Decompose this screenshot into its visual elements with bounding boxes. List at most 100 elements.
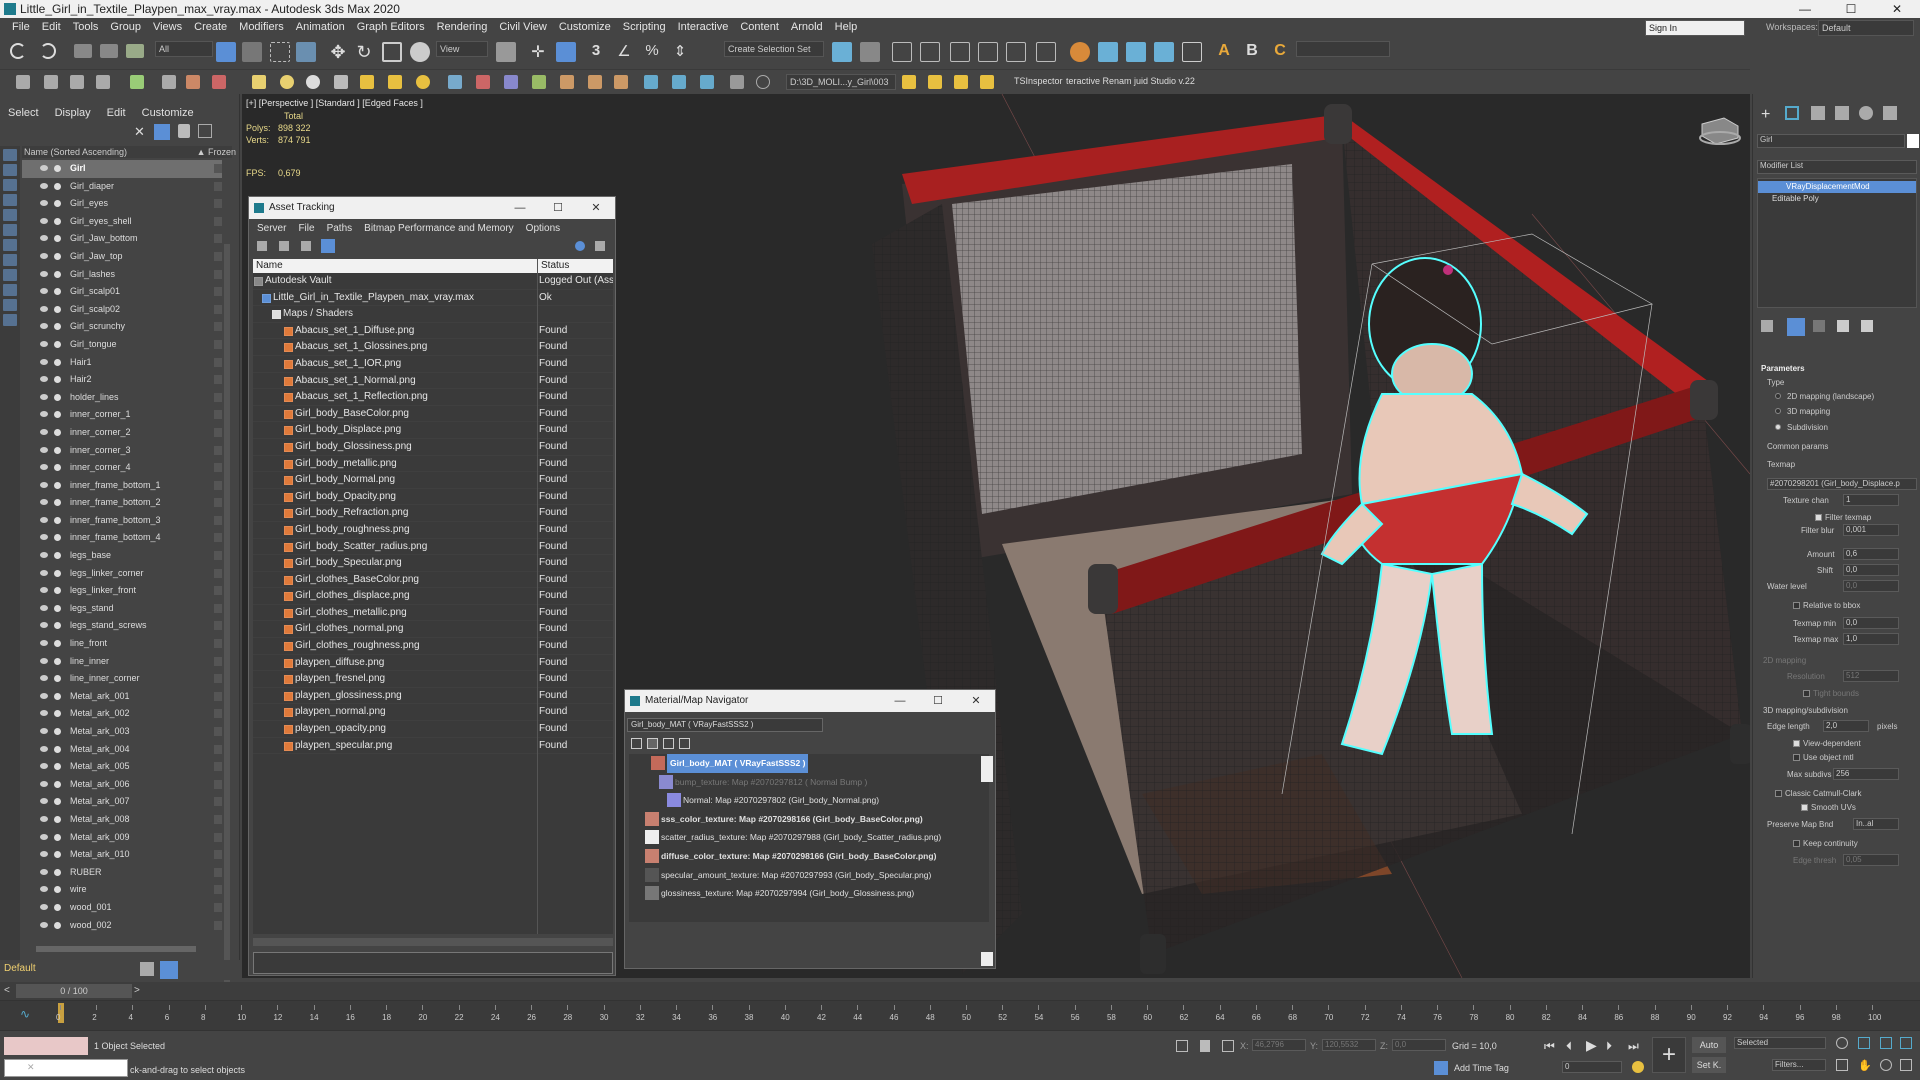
- ribbon-icon-13[interactable]: [360, 75, 374, 89]
- asset-row[interactable]: playpen_specular.png Found: [253, 738, 613, 755]
- visibility-eye-icon[interactable]: [40, 288, 48, 295]
- align-icon[interactable]: [860, 42, 880, 62]
- freeze-icon[interactable]: [214, 832, 222, 842]
- x-coordinate-field[interactable]: 46,2796: [1252, 1039, 1306, 1051]
- visibility-eye-icon[interactable]: [40, 587, 48, 594]
- freeze-icon[interactable]: [214, 656, 222, 666]
- texmap-min-spinner[interactable]: 0,0: [1843, 617, 1899, 629]
- material-tree-item[interactable]: scatter_radius_texture: Map #2070297988 …: [629, 828, 989, 847]
- display-tab-icon[interactable]: [1859, 106, 1873, 120]
- scene-object-row[interactable]: legs_linker_front: [22, 582, 222, 600]
- percent-snap-icon[interactable]: %: [642, 42, 662, 62]
- edge-thresh-spinner[interactable]: 0,05: [1843, 854, 1899, 866]
- at-menu-options[interactable]: Options: [520, 223, 566, 234]
- asset-row[interactable]: Girl_clothes_displace.png Found: [253, 588, 613, 605]
- freeze-icon[interactable]: [214, 463, 222, 473]
- freeze-icon[interactable]: [214, 762, 222, 772]
- stack-item-editable-poly[interactable]: Editable Poly: [1758, 193, 1916, 205]
- ribbon-icon-18[interactable]: [504, 75, 518, 89]
- reference-coordinate-dropdown[interactable]: View: [436, 41, 488, 57]
- visibility-eye-icon[interactable]: [40, 798, 48, 805]
- asset-row[interactable]: Girl_body_Opacity.png Found: [253, 489, 613, 506]
- scene-object-row[interactable]: Metal_ark_007: [22, 793, 222, 811]
- asset-row[interactable]: playpen_glossiness.png Found: [253, 688, 613, 705]
- scene-object-row[interactable]: Metal_ark_010: [22, 846, 222, 864]
- freeze-icon[interactable]: [214, 304, 222, 314]
- keep-continuity-checkbox[interactable]: [1793, 840, 1800, 847]
- show-end-result-icon[interactable]: [1787, 318, 1805, 336]
- at-menu-server[interactable]: Server: [251, 223, 292, 234]
- asset-row[interactable]: Abacus_set_1_IOR.png Found: [253, 356, 613, 373]
- lock-icon[interactable]: [178, 124, 190, 138]
- menu-graph-editors[interactable]: Graph Editors: [351, 21, 431, 33]
- freeze-icon[interactable]: [214, 375, 222, 385]
- freeze-icon[interactable]: [214, 445, 222, 455]
- scene-object-row[interactable]: Metal_ark_008: [22, 811, 222, 829]
- named-selection-sets-dropdown[interactable]: Create Selection Set: [724, 41, 824, 57]
- curve-editor-mini-icon[interactable]: ∿: [20, 1007, 34, 1021]
- scene-object-row[interactable]: Girl_eyes: [22, 195, 222, 213]
- visibility-eye-icon[interactable]: [40, 569, 48, 576]
- asset-row[interactable]: playpen_diffuse.png Found: [253, 655, 613, 672]
- resolution-spinner[interactable]: 512: [1843, 670, 1899, 682]
- radio-2d-mapping[interactable]: [1775, 393, 1781, 399]
- visibility-eye-icon[interactable]: [40, 763, 48, 770]
- material-tree-item[interactable]: bump_texture: Map #2070297812 ( Normal B…: [629, 773, 989, 792]
- key-mode-dropdown[interactable]: Selected: [1734, 1037, 1826, 1049]
- asset-row[interactable]: Girl_clothes_roughness.png Found: [253, 638, 613, 655]
- goto-start-icon[interactable]: ⏮: [1544, 1039, 1555, 1054]
- curve-editor-icon[interactable]: [978, 42, 998, 62]
- time-slider[interactable]: < 0 / 100 >: [0, 982, 1920, 1000]
- asset-tracking-maximize[interactable]: ☐: [539, 197, 577, 219]
- goto-end-icon[interactable]: ⏭: [1628, 1039, 1639, 1054]
- scene-object-row[interactable]: Metal_ark_004: [22, 741, 222, 759]
- menu-interactive[interactable]: Interactive: [672, 21, 735, 33]
- tab-display[interactable]: Display: [47, 104, 99, 122]
- object-color-swatch[interactable]: [1907, 134, 1919, 148]
- filter-icon[interactable]: [154, 124, 170, 140]
- material-navigator-minimize[interactable]: —: [881, 690, 919, 712]
- texture-chan-spinner[interactable]: 1: [1843, 494, 1899, 506]
- material-editor-icon[interactable]: [1036, 42, 1056, 62]
- project-icon-2[interactable]: [928, 75, 942, 89]
- set-key-icon[interactable]: +: [1652, 1037, 1686, 1073]
- visibility-eye-icon[interactable]: [40, 446, 48, 453]
- visibility-eye-icon[interactable]: [40, 235, 48, 242]
- visibility-eye-icon[interactable]: [40, 745, 48, 752]
- stack-item-vraydisplacementmod[interactable]: VRayDisplacementMod: [1758, 181, 1916, 193]
- render-production-icon[interactable]: [1126, 42, 1146, 62]
- asset-tracking-close[interactable]: ✕: [577, 197, 615, 219]
- scene-object-row[interactable]: legs_stand: [22, 600, 222, 618]
- freeze-icon[interactable]: [214, 814, 222, 824]
- menu-views[interactable]: Views: [147, 21, 188, 33]
- snaps-toggle-icon[interactable]: 3: [586, 42, 606, 62]
- ribbon-icon-12[interactable]: [334, 75, 348, 89]
- scene-object-row[interactable]: legs_linker_corner: [22, 565, 222, 583]
- scene-explorer-icon[interactable]: [950, 42, 970, 62]
- visibility-eye-icon[interactable]: [40, 640, 48, 647]
- current-layer[interactable]: Default: [4, 963, 36, 974]
- object-name-field[interactable]: Girl: [1757, 134, 1905, 148]
- scene-object-row[interactable]: Girl_lashes: [22, 266, 222, 284]
- z-coordinate-field[interactable]: 0,0: [1392, 1039, 1446, 1051]
- current-material-field[interactable]: Girl_body_MAT ( VRayFastSSS2 ): [627, 718, 823, 732]
- menu-group[interactable]: Group: [104, 21, 147, 33]
- freeze-icon[interactable]: [214, 515, 222, 525]
- explorer-scrollbar[interactable]: [224, 244, 230, 1014]
- mirror-icon[interactable]: [832, 42, 852, 62]
- menu-scripting[interactable]: Scripting: [617, 21, 672, 33]
- ribbon-icon-7[interactable]: [186, 75, 200, 89]
- freeze-icon[interactable]: [214, 586, 222, 596]
- asset-row[interactable]: Girl_body_BaseColor.png Found: [253, 406, 613, 423]
- visibility-eye-icon[interactable]: [40, 182, 48, 189]
- menu-rendering[interactable]: Rendering: [431, 21, 494, 33]
- asset-row[interactable]: Girl_body_Refraction.png Found: [253, 505, 613, 522]
- scene-object-row[interactable]: inner_frame_bottom_3: [22, 512, 222, 530]
- visibility-eye-icon[interactable]: [40, 657, 48, 664]
- isolate-selection-icon[interactable]: [1176, 1040, 1188, 1052]
- freeze-icon[interactable]: [214, 551, 222, 561]
- ribbon-icon-24[interactable]: [672, 75, 686, 89]
- rendered-frame-window-icon[interactable]: [1098, 42, 1118, 62]
- freeze-icon[interactable]: [214, 797, 222, 807]
- menu-civil-view[interactable]: Civil View: [493, 21, 552, 33]
